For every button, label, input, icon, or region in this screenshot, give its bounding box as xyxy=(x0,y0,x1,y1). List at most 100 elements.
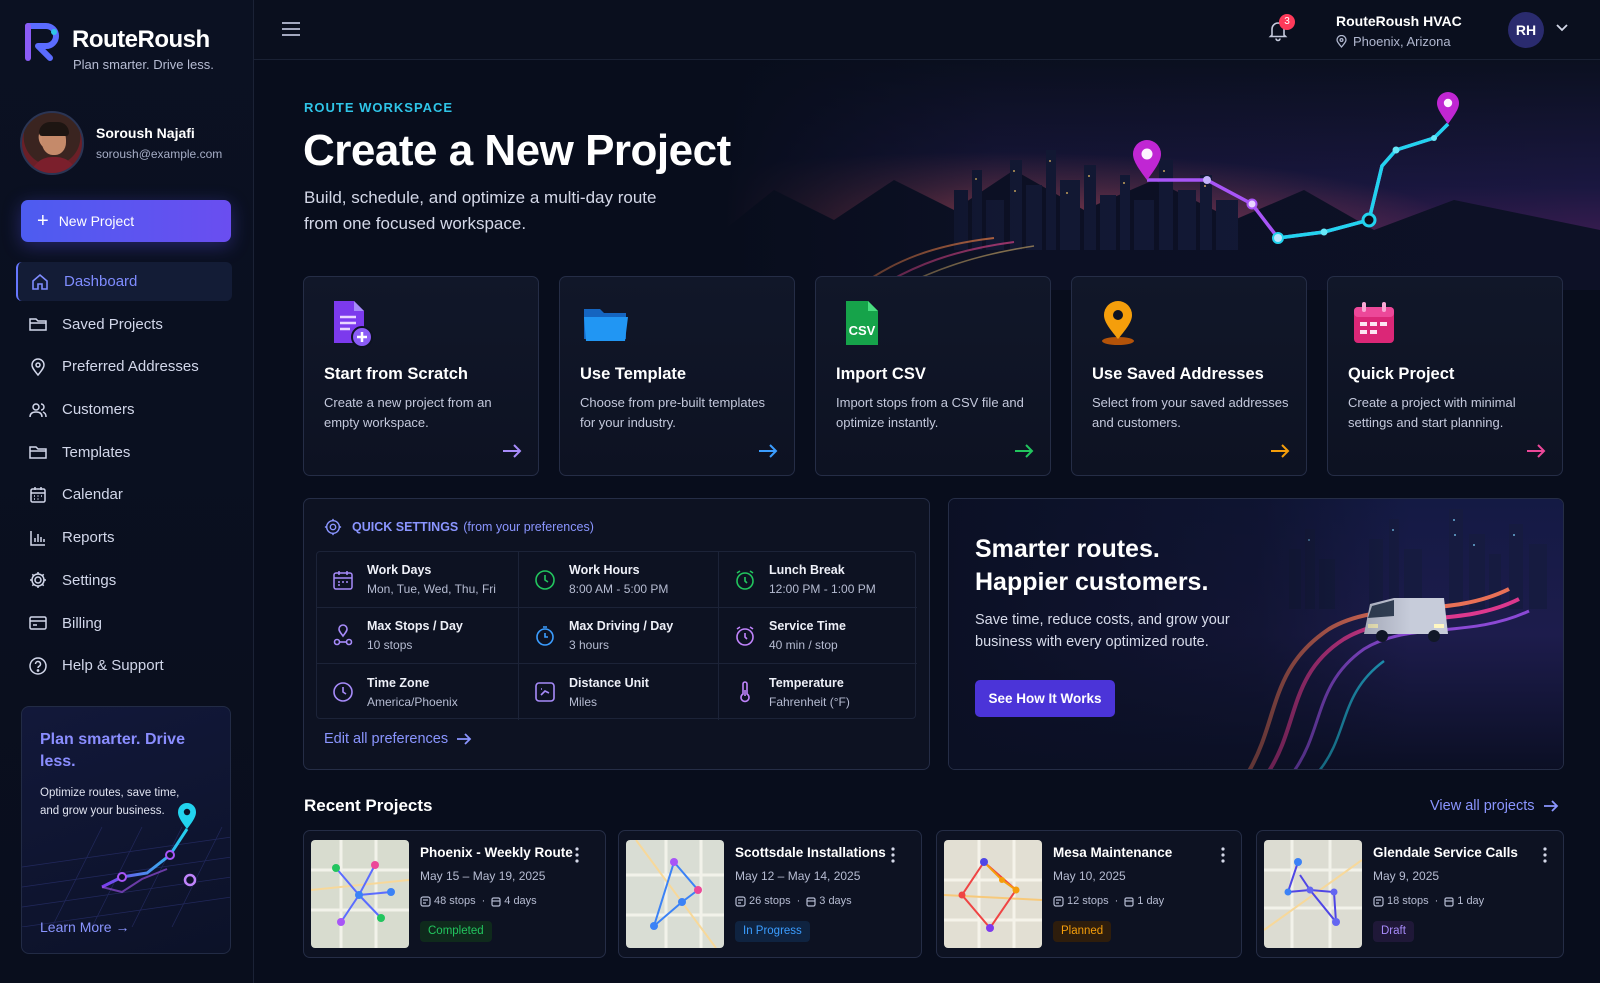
sidebar-item-dashboard[interactable]: Dashboard xyxy=(16,262,232,301)
sidebar-item-label: Calendar xyxy=(62,486,123,504)
setting-value: Fahrenheit (°F) xyxy=(769,694,850,709)
project-dates: May 9, 2025 xyxy=(1373,869,1440,883)
days-icon xyxy=(1444,896,1454,907)
project-card[interactable]: Mesa Maintenance May 10, 2025 12 stops ·… xyxy=(936,830,1242,958)
learn-more-link[interactable]: Learn More → xyxy=(40,919,129,935)
clock-icon xyxy=(535,569,555,590)
calendar-icon xyxy=(333,570,353,590)
setting-service-time: Service Time 40 min / stop xyxy=(719,608,917,664)
sidebar-item-label: Billing xyxy=(62,614,103,632)
project-meta: 26 stops · 3 days xyxy=(735,895,852,907)
status-badge: Completed xyxy=(420,921,492,942)
setting-value: Miles xyxy=(569,694,598,709)
hero-eyebrow: ROUTE WORKSPACE xyxy=(304,100,454,115)
more-options-icon[interactable] xyxy=(574,847,580,863)
route-map-thumbnail xyxy=(944,840,1042,948)
project-name: Phoenix - Weekly Route xyxy=(420,845,573,860)
organization-info[interactable]: RouteRoush HVAC Phoenix, Arizona xyxy=(1336,13,1462,49)
days-icon xyxy=(491,896,501,907)
option-title: Import CSV xyxy=(836,365,926,383)
project-days: 4 days xyxy=(504,895,537,907)
sidebar-item-reports[interactable]: Reports xyxy=(16,518,232,557)
option-card-start-from-scratch[interactable]: Start from Scratch Create a new project … xyxy=(303,276,539,476)
csv-file-icon: CSV xyxy=(846,301,878,345)
project-dates: May 12 – May 14, 2025 xyxy=(735,869,861,883)
sidebar-item-label: Reports xyxy=(62,529,115,547)
arrow-right-icon xyxy=(759,444,778,458)
sidebar-item-label: Customers xyxy=(62,401,135,419)
more-options-icon[interactable] xyxy=(1542,847,1548,863)
setting-value: 8:00 AM - 5:00 PM xyxy=(569,582,669,596)
sidebar-promo-card: Plan smarter. Drive less. Optimize route… xyxy=(21,706,231,954)
project-meta: 18 stops · 1 day xyxy=(1373,895,1484,907)
see-how-it-works-button[interactable]: See How It Works xyxy=(975,680,1115,717)
project-days: 1 day xyxy=(1457,895,1485,907)
map-pin-icon xyxy=(31,358,45,377)
user-email: soroush@example.com xyxy=(96,147,223,161)
sidebar-item-templates[interactable]: Templates xyxy=(16,433,232,472)
more-options-icon[interactable] xyxy=(1220,847,1226,863)
sidebar-item-settings[interactable]: Settings xyxy=(16,561,232,600)
stops-icon xyxy=(735,895,746,907)
sidebar-item-label: Preferred Addresses xyxy=(62,358,199,376)
home-icon xyxy=(32,273,48,290)
view-all-projects-link[interactable]: View all projects xyxy=(1430,798,1559,814)
top-bar: 3 RouteRoush HVAC Phoenix, Arizona RH xyxy=(254,0,1600,60)
new-project-button[interactable]: + New Project xyxy=(21,200,231,242)
edit-preferences-label: Edit all preferences xyxy=(324,731,449,747)
menu-icon[interactable] xyxy=(282,22,300,36)
thermometer-icon xyxy=(740,681,750,703)
notification-badge: 3 xyxy=(1279,14,1295,30)
status-badge: Planned xyxy=(1053,921,1112,942)
project-card[interactable]: Glendale Service Calls May 9, 2025 18 st… xyxy=(1256,830,1564,958)
option-desc: Create a project with minimal settings a… xyxy=(1348,395,1516,430)
setting-work-hours: Work Hours 8:00 AM - 5:00 PM xyxy=(519,552,719,608)
sidebar-item-customers[interactable]: Customers xyxy=(16,390,232,429)
svg-text:CSV: CSV xyxy=(849,323,876,338)
sidebar-item-saved-projects[interactable]: Saved Projects xyxy=(16,305,232,344)
option-card-use-template[interactable]: Use Template Choose from pre-built templ… xyxy=(559,276,795,476)
setting-value: Mon, Tue, Wed, Thu, Fri xyxy=(367,582,496,596)
setting-value: 40 min / stop xyxy=(769,638,838,652)
logo[interactable]: RouteRoush xyxy=(24,22,210,62)
quick-settings-note: (from your preferences) xyxy=(463,520,594,534)
chevron-down-icon[interactable] xyxy=(1556,24,1568,32)
distance-icon xyxy=(535,682,555,702)
option-card-use-saved-addresses[interactable]: Use Saved Addresses Select from your sav… xyxy=(1071,276,1307,476)
sidebar-item-label: Templates xyxy=(62,443,131,461)
setting-time-zone: Time Zone America/Phoenix xyxy=(317,664,519,720)
sidebar-item-help[interactable]: Help & Support xyxy=(16,646,232,685)
status-badge: Draft xyxy=(1373,921,1414,942)
arrow-right-icon xyxy=(1271,444,1290,458)
sidebar-nav: Dashboard Saved Projects Preferred Addre… xyxy=(16,262,232,689)
timer-icon xyxy=(536,625,554,646)
view-all-label: View all projects xyxy=(1430,798,1535,814)
setting-label: Max Driving / Day xyxy=(569,619,674,633)
arrow-right-icon: → xyxy=(115,919,130,935)
arrow-right-icon xyxy=(1543,800,1558,812)
user-avatar[interactable]: RH xyxy=(1508,12,1544,48)
document-plus-icon xyxy=(334,301,373,348)
route-map-thumbnail xyxy=(1264,840,1362,948)
sidebar-item-billing[interactable]: Billing xyxy=(16,604,232,643)
app-name: RouteRoush xyxy=(72,26,210,53)
sidebar-item-preferred-addresses[interactable]: Preferred Addresses xyxy=(16,347,232,386)
project-days: 3 days xyxy=(819,895,852,907)
more-options-icon[interactable] xyxy=(890,847,896,863)
days-icon xyxy=(806,896,816,907)
project-card[interactable]: Scottsdale Installations May 12 – May 14… xyxy=(618,830,922,958)
edit-preferences-link[interactable]: Edit all preferences xyxy=(324,731,472,747)
user-profile[interactable]: Soroush Najafi soroush@example.com xyxy=(20,111,222,175)
project-card[interactable]: Phoenix - Weekly Route May 15 – May 19, … xyxy=(303,830,606,958)
option-title: Use Saved Addresses xyxy=(1092,365,1264,383)
project-stops: 26 stops xyxy=(749,895,791,907)
project-name: Scottsdale Installations xyxy=(735,845,886,860)
sidebar-item-calendar[interactable]: Calendar xyxy=(16,475,232,514)
project-dates: May 15 – May 19, 2025 xyxy=(420,869,546,883)
setting-value: America/Phoenix xyxy=(367,694,458,709)
option-card-quick-project[interactable]: Quick Project Create a project with mini… xyxy=(1327,276,1563,476)
option-title: Start from Scratch xyxy=(324,365,468,383)
org-name: RouteRoush HVAC xyxy=(1336,13,1462,29)
option-card-import-csv[interactable]: CSV Import CSV Import stops from a CSV f… xyxy=(815,276,1051,476)
calendar-icon xyxy=(30,486,46,503)
